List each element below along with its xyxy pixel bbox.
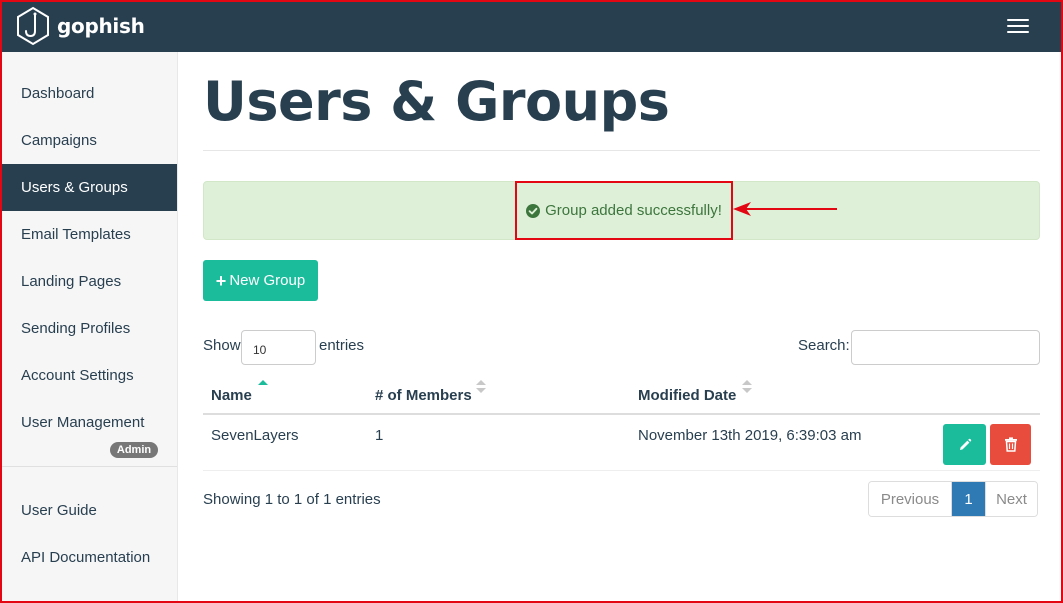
- search-label: Search:: [798, 337, 850, 354]
- gophish-logo-icon: [17, 6, 49, 46]
- sidebar-item-campaigns[interactable]: Campaigns: [2, 117, 177, 164]
- column-header-modified-date[interactable]: Modified Date: [638, 387, 736, 404]
- entries-label: entries: [319, 337, 365, 354]
- sidebar-divider: [2, 466, 177, 467]
- sort-icon: [476, 380, 486, 394]
- trash-icon: [1004, 437, 1017, 452]
- delete-group-button[interactable]: [990, 424, 1031, 465]
- sidebar-item-landing-pages[interactable]: Landing Pages: [2, 258, 177, 305]
- new-group-label: New Group: [229, 272, 306, 289]
- pagination: Previous 1 Next: [868, 481, 1038, 517]
- search-input[interactable]: [851, 330, 1040, 365]
- annotation-arrow-icon: [733, 202, 837, 216]
- pagination-page-1[interactable]: 1: [952, 482, 985, 516]
- sidebar-item-account-settings[interactable]: Account Settings: [2, 352, 177, 399]
- sidebar-item-user-guide[interactable]: User Guide: [2, 487, 177, 534]
- edit-group-button[interactable]: [943, 424, 986, 465]
- sort-icon: [742, 380, 752, 394]
- sidebar-item-user-management[interactable]: User Management: [2, 399, 177, 446]
- column-header-members[interactable]: # of Members: [375, 387, 472, 404]
- sidebar-item-api-documentation[interactable]: API Documentation: [2, 534, 177, 581]
- alert-highlight-box: Group added successfully!: [515, 181, 733, 240]
- menu-toggle-icon[interactable]: [1000, 15, 1036, 37]
- column-header-name[interactable]: Name: [211, 387, 252, 404]
- alert-message: Group added successfully!: [545, 202, 722, 219]
- sidebar-item-sending-profiles[interactable]: Sending Profiles: [2, 305, 177, 352]
- sort-ascending-icon: [258, 380, 268, 385]
- cell-member-count: 1: [375, 427, 384, 444]
- sidebar-item-users-groups[interactable]: Users & Groups: [2, 164, 177, 211]
- table-header-divider: [203, 413, 1040, 415]
- show-label: Show: [203, 337, 241, 354]
- cell-group-name: SevenLayers: [211, 427, 299, 444]
- brand-name: gophish: [57, 14, 145, 38]
- sidebar-item-dashboard[interactable]: Dashboard: [2, 70, 177, 117]
- check-circle-icon: [526, 203, 541, 218]
- sidebar-item-email-templates[interactable]: Email Templates: [2, 211, 177, 258]
- pagination-next[interactable]: Next: [985, 482, 1037, 516]
- table-info: Showing 1 to 1 of 1 entries: [203, 491, 381, 508]
- plus-icon: +: [215, 270, 227, 291]
- pencil-icon: [959, 438, 971, 450]
- admin-badge: Admin: [110, 442, 158, 458]
- page-title: Users & Groups: [203, 70, 670, 133]
- table-row-divider: [203, 470, 1040, 471]
- cell-modified-date: November 13th 2019, 6:39:03 am: [638, 427, 862, 444]
- new-group-button[interactable]: + New Group: [203, 260, 318, 301]
- title-divider: [203, 150, 1040, 151]
- top-navbar: gophish: [0, 0, 1063, 52]
- brand[interactable]: gophish: [15, 5, 145, 47]
- pagination-previous[interactable]: Previous: [869, 482, 952, 516]
- entries-select[interactable]: 10: [241, 330, 316, 365]
